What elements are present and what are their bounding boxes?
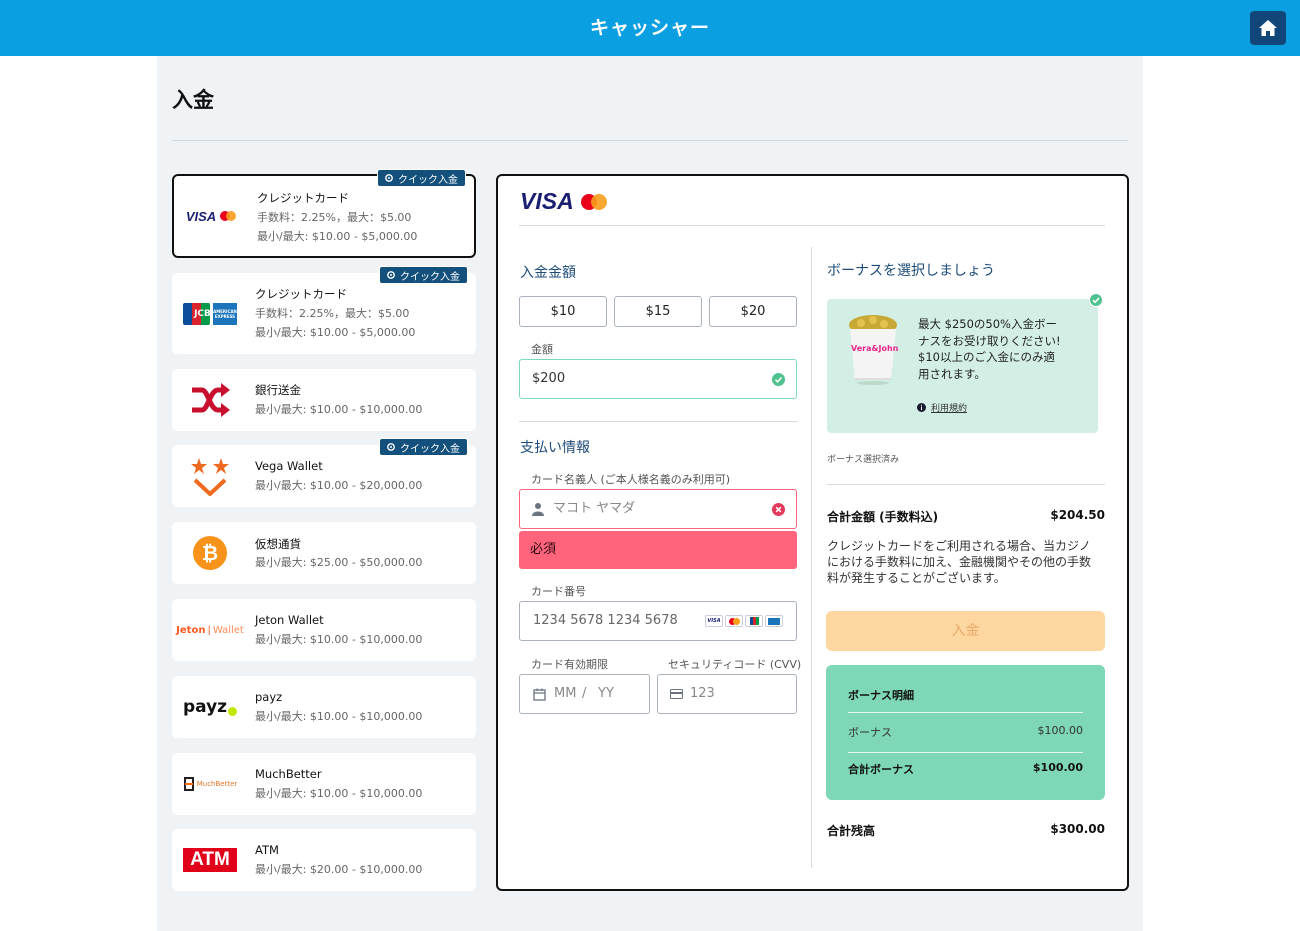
jcb-amex-logo: JCB AMERICAN EXPRESS xyxy=(180,273,240,354)
method-name: payz xyxy=(255,690,283,704)
user-icon xyxy=(532,503,544,516)
info-icon xyxy=(917,403,926,412)
bonus-detail-title: ボーナス明細 xyxy=(848,689,914,702)
method-fee: 手数料：2.25%，最大：$5.00 xyxy=(255,307,410,320)
gear-icon xyxy=(385,174,393,182)
method-vega-wallet[interactable]: クイック入金 Vega Wallet 最小/最大: $10.00 - $20,0… xyxy=(172,438,476,507)
bonus-total-label: 合計ボーナス xyxy=(848,763,914,776)
svg-text:₿: ₿ xyxy=(202,541,218,565)
method-credit-card-jcb[interactable]: クイック入金 JCB AMERICAN EXPRESS クレジットカード 手数料… xyxy=(172,266,476,354)
page-title: 入金 xyxy=(172,88,214,112)
muchbetter-logo: MuchBetter xyxy=(180,753,240,815)
method-limits: 最小/最大: $10.00 - $5,000.00 xyxy=(257,230,418,243)
home-button[interactable] xyxy=(1250,11,1286,45)
bonus-offer-text: 最大 $250の50%入金ボー ナスをお受け取りください! $10以上のご入金に… xyxy=(918,317,1061,381)
credit-card-icon xyxy=(670,689,683,699)
quick-deposit-badge: クイック入金 xyxy=(377,169,466,187)
expiry-input[interactable]: MM / YY xyxy=(519,674,650,714)
check-circle-icon xyxy=(772,373,785,386)
card-holder-label: カード名義人 (ご本人様名義のみ利用可) xyxy=(531,473,731,486)
card-number-input[interactable]: 1234 5678 1234 5678 VISA xyxy=(519,601,797,641)
method-limits: 最小/最大: $10.00 - $10,000.00 xyxy=(255,403,423,416)
bonus-offer-card[interactable]: Vera&John 最大 $250の50%入金ボー ナスをお受け取りください! … xyxy=(827,299,1098,433)
method-crypto[interactable]: ₿ 仮想通貨 最小/最大: $25.00 - $50,000.00 xyxy=(172,522,476,584)
method-fee: 手数料：2.25%，最大：$5.00 xyxy=(257,211,412,224)
calendar-icon xyxy=(533,688,546,701)
method-name: 仮想通貨 xyxy=(255,537,301,551)
bonus-selected-note: ボーナス選択済み xyxy=(827,455,900,465)
total-amount-row: 合計金額 (手数料込) $204.50 xyxy=(827,508,1105,524)
amount-preset-10[interactable]: $10 xyxy=(519,296,607,327)
bonus-selected-check-icon xyxy=(1089,293,1103,307)
terms-link[interactable]: 利用規約 xyxy=(917,401,967,414)
divider xyxy=(172,140,1128,141)
quick-deposit-badge: クイック入金 xyxy=(379,438,468,456)
vega-wallet-logo xyxy=(180,445,240,507)
method-limits: 最小/最大: $10.00 - $10,000.00 xyxy=(255,633,423,646)
method-limits: 最小/最大: $10.00 - $10,000.00 xyxy=(255,787,423,800)
method-limits: 最小/最大: $10.00 - $10,000.00 xyxy=(255,710,423,723)
card-number-label: カード番号 xyxy=(531,585,586,598)
method-limits: 最小/最大: $10.00 - $5,000.00 xyxy=(255,326,416,339)
visa-mastercard-brand: VISA xyxy=(520,188,610,215)
fee-notice: クレジットカードをご利用される場合、当カジノ における手数料に加え、金融機関やそ… xyxy=(827,539,1092,585)
expiry-label: カード有効期限 xyxy=(531,658,608,671)
error-circle-icon xyxy=(772,503,785,516)
payment-section-title: 支払い情報 xyxy=(520,440,590,456)
method-bank-transfer[interactable]: 銀行送金 最小/最大: $10.00 - $10,000.00 xyxy=(172,369,476,431)
divider xyxy=(519,421,797,422)
bonus-section-title: ボーナスを選択しましょう xyxy=(827,263,995,279)
gear-icon xyxy=(387,443,395,451)
visa-mastercard-logo: VISA xyxy=(182,176,242,256)
method-name: 銀行送金 xyxy=(255,383,301,397)
bonus-value: $100.00 xyxy=(1037,724,1084,737)
column-divider xyxy=(811,247,812,868)
page-header-title: キャッシャー xyxy=(589,17,710,39)
quick-deposit-badge: クイック入金 xyxy=(379,266,468,284)
divider xyxy=(519,225,1105,226)
amount-input[interactable]: $200 xyxy=(519,359,797,399)
cvv-input[interactable]: 123 xyxy=(657,674,797,714)
method-muchbetter[interactable]: MuchBetter MuchBetter 最小/最大: $10.00 - $1… xyxy=(172,753,476,815)
method-limits: 最小/最大: $20.00 - $10,000.00 xyxy=(255,863,423,876)
method-jeton-wallet[interactable]: Jeton | Wallet Jeton Wallet 最小/最大: $10.00 … xyxy=(172,599,476,661)
method-name: MuchBetter xyxy=(255,767,322,781)
method-name: ATM xyxy=(255,843,279,857)
bitcoin-icon: ₿ xyxy=(180,522,240,584)
cvv-label: セキュリティコード (CVV) xyxy=(668,658,802,671)
method-name: クレジットカード xyxy=(257,191,349,205)
card-brands-icon: VISA xyxy=(705,615,783,627)
payz-logo: payz xyxy=(180,676,240,738)
card-holder-input[interactable]: マコト ヤマダ xyxy=(519,489,797,529)
jeton-wallet-logo: Jeton | Wallet xyxy=(176,624,244,636)
method-limits: 最小/最大: $25.00 - $50,000.00 xyxy=(255,556,423,569)
deposit-button[interactable]: 入金 xyxy=(826,611,1105,651)
atm-logo: ATM xyxy=(180,829,240,891)
bonus-total-value: $100.00 xyxy=(1032,761,1083,774)
card-holder-error: 必須 xyxy=(519,531,797,569)
amount-preset-20[interactable]: $20 xyxy=(709,296,797,327)
method-name: クレジットカード xyxy=(255,287,347,301)
method-name: Jeton Wallet xyxy=(255,613,324,627)
home-icon xyxy=(1259,20,1277,36)
amount-preset-15[interactable]: $15 xyxy=(614,296,702,327)
total-balance-row: 合計残高 $300.00 xyxy=(827,822,1105,838)
bank-transfer-shuffle-icon xyxy=(180,369,240,431)
gear-icon xyxy=(387,271,395,279)
divider xyxy=(827,484,1105,485)
bonus-breakdown: ボーナス明細 ボーナス $100.00 合計ボーナス $100.00 xyxy=(826,665,1105,800)
method-atm[interactable]: ATM ATM 最小/最大: $20.00 - $10,000.00 xyxy=(172,829,476,891)
amount-label: 金額 xyxy=(531,343,553,356)
method-payz[interactable]: payz payz 最小/最大: $10.00 - $10,000.00 xyxy=(172,676,476,738)
amount-section-title: 入金金額 xyxy=(520,265,576,281)
method-credit-card-visa[interactable]: クイック入金 VISA クレジットカード 手数料：2.25%，最大：$5.00 … xyxy=(172,169,476,258)
method-limits: 最小/最大: $10.00 - $20,000.00 xyxy=(255,479,423,492)
method-name: Vega Wallet xyxy=(255,459,323,473)
bonus-label: ボーナス xyxy=(848,726,892,739)
